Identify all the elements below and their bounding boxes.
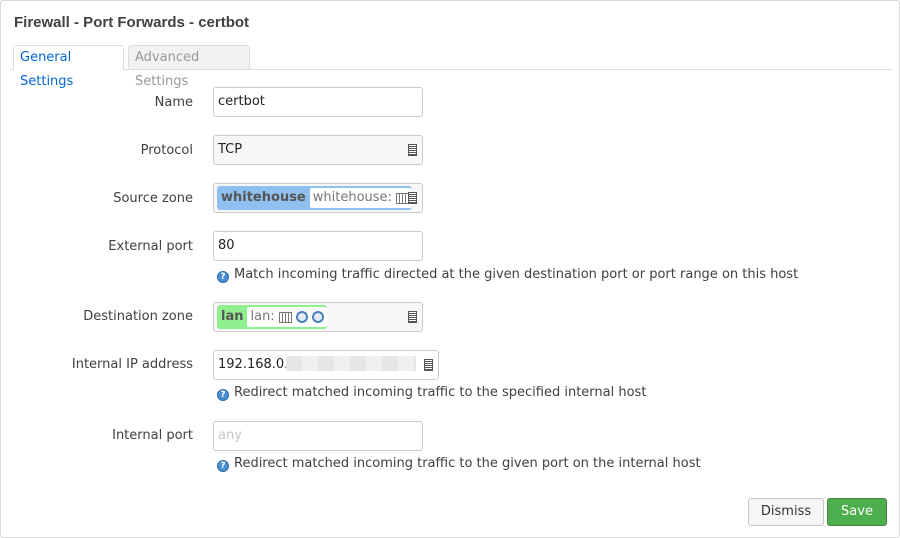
source-zone-detail: whitehouse: (312, 190, 392, 205)
internal-port-label: Internal port (112, 428, 193, 443)
destination-zone-badge: lan lan: (217, 305, 327, 329)
source-zone-networks: whitehouse: (309, 188, 412, 208)
tab-general-settings[interactable]: General Settings (13, 45, 124, 89)
dismiss-button[interactable]: Dismiss (748, 498, 824, 526)
dropdown-icon (408, 192, 417, 204)
external-port-field[interactable]: 80 (213, 231, 423, 261)
internal-port-hint-text: Redirect matched incoming traffic to the… (234, 456, 701, 471)
external-port-hint: ? Match incoming traffic directed at the … (217, 267, 798, 283)
internal-port-hint: ? Redirect matched incoming traffic to th… (217, 456, 701, 472)
help-icon: ? (217, 460, 229, 472)
dropdown-icon (424, 359, 433, 371)
dropdown-icon (408, 311, 417, 323)
tab-bar: General Settings Advanced Settings (10, 45, 892, 89)
ethernet-icon (278, 311, 292, 323)
destination-zone-name: lan (221, 309, 244, 324)
destination-zone-networks: lan: (247, 307, 327, 327)
help-icon: ? (217, 389, 229, 401)
internal-ip-label: Internal IP address (71, 357, 193, 372)
save-button[interactable]: Save (827, 498, 887, 526)
external-port-label: External port (108, 239, 193, 254)
name-label: Name (154, 95, 193, 110)
internal-port-field[interactable]: any (213, 421, 423, 451)
internal-ip-hint-text: Redirect matched incoming traffic to the… (234, 385, 647, 400)
wireless-icon (311, 311, 324, 323)
source-zone-name: whitehouse (221, 190, 306, 205)
help-icon: ? (217, 271, 229, 283)
dropdown-icon (408, 144, 417, 156)
internal-ip-hint: ? Redirect matched incoming traffic to th… (217, 385, 646, 401)
destination-zone-label: Destination zone (83, 309, 193, 324)
protocol-select[interactable]: TCP (213, 135, 423, 165)
protocol-value: TCP (218, 142, 243, 157)
internal-port-placeholder: any (218, 428, 242, 443)
name-field[interactable]: certbot (213, 87, 423, 117)
destination-zone-detail: lan: (250, 309, 275, 324)
source-zone-badge: whitehouse whitehouse: (217, 186, 412, 210)
wireless-icon (295, 311, 308, 323)
dialog-title: Firewall - Port Forwards - certbot (14, 14, 250, 31)
internal-ip-value: 192.168.0.2 (218, 357, 297, 372)
protocol-label: Protocol (140, 143, 193, 158)
source-zone-select[interactable]: whitehouse whitehouse: (213, 183, 423, 213)
source-zone-label: Source zone (113, 191, 193, 206)
external-port-hint-text: Match incoming traffic directed at the g… (234, 267, 799, 282)
destination-zone-select[interactable]: lan lan: (213, 302, 423, 332)
network-icon (395, 192, 409, 204)
redacted-hostname (286, 356, 416, 371)
tab-advanced-settings[interactable]: Advanced Settings (128, 45, 250, 89)
